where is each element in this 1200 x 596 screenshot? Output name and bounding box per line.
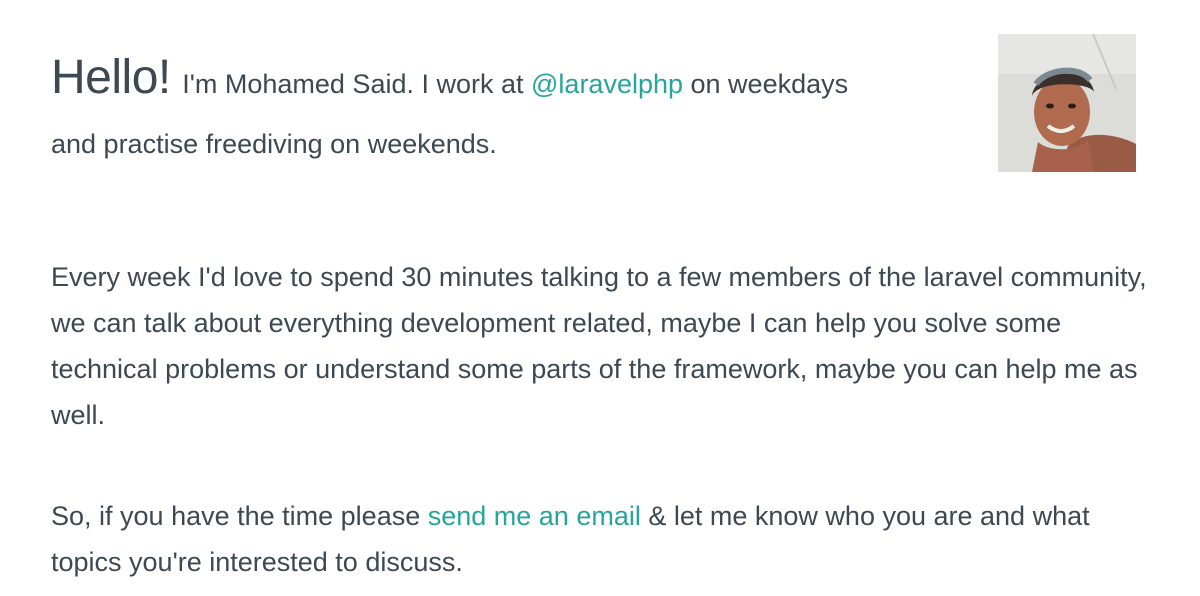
send-email-link[interactable]: send me an email — [428, 501, 641, 531]
intro-heading: Hello! I'm Mohamed Said. I work at @lara… — [51, 48, 951, 174]
contact-text: So, if you have the time please — [51, 501, 428, 531]
laravelphp-link[interactable]: @laravelphp — [531, 69, 683, 99]
page: Hello! I'm Mohamed Said. I work at @lara… — [0, 0, 1200, 596]
intro-text-after-link: on weekdays — [683, 69, 849, 99]
avatar — [998, 34, 1136, 172]
avatar-photo-icon — [998, 34, 1136, 172]
paragraph-contact: So, if you have the time please send me … — [51, 493, 1161, 585]
intro-text: I'm Mohamed Said. I work at — [174, 69, 532, 99]
greeting: Hello! — [51, 51, 171, 104]
intro-second-line: and practise freediving on weekends. — [51, 129, 497, 159]
paragraph-intro: Every week I'd love to spend 30 minutes … — [51, 262, 1147, 430]
